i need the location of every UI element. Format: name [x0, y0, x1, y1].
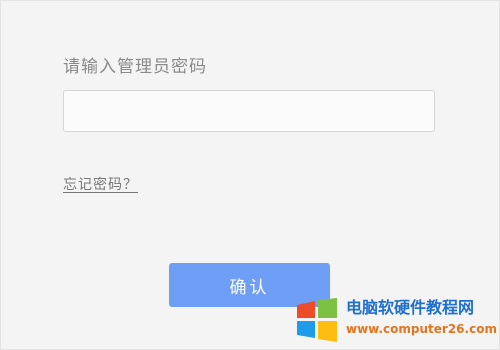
password-input[interactable]: [63, 90, 435, 132]
login-panel: 请输入管理员密码 忘记密码？ 确认 电脑软硬件教程网 www.computer2…: [0, 0, 500, 350]
watermark-url: www.computer26.com: [346, 322, 497, 336]
password-prompt-label: 请输入管理员密码: [63, 57, 207, 77]
forgot-password-link[interactable]: 忘记密码？: [63, 175, 138, 195]
windows-logo-icon: [297, 298, 337, 342]
site-watermark: 电脑软硬件教程网 www.computer26.com: [295, 295, 500, 347]
watermark-title: 电脑软硬件教程网: [346, 298, 475, 317]
